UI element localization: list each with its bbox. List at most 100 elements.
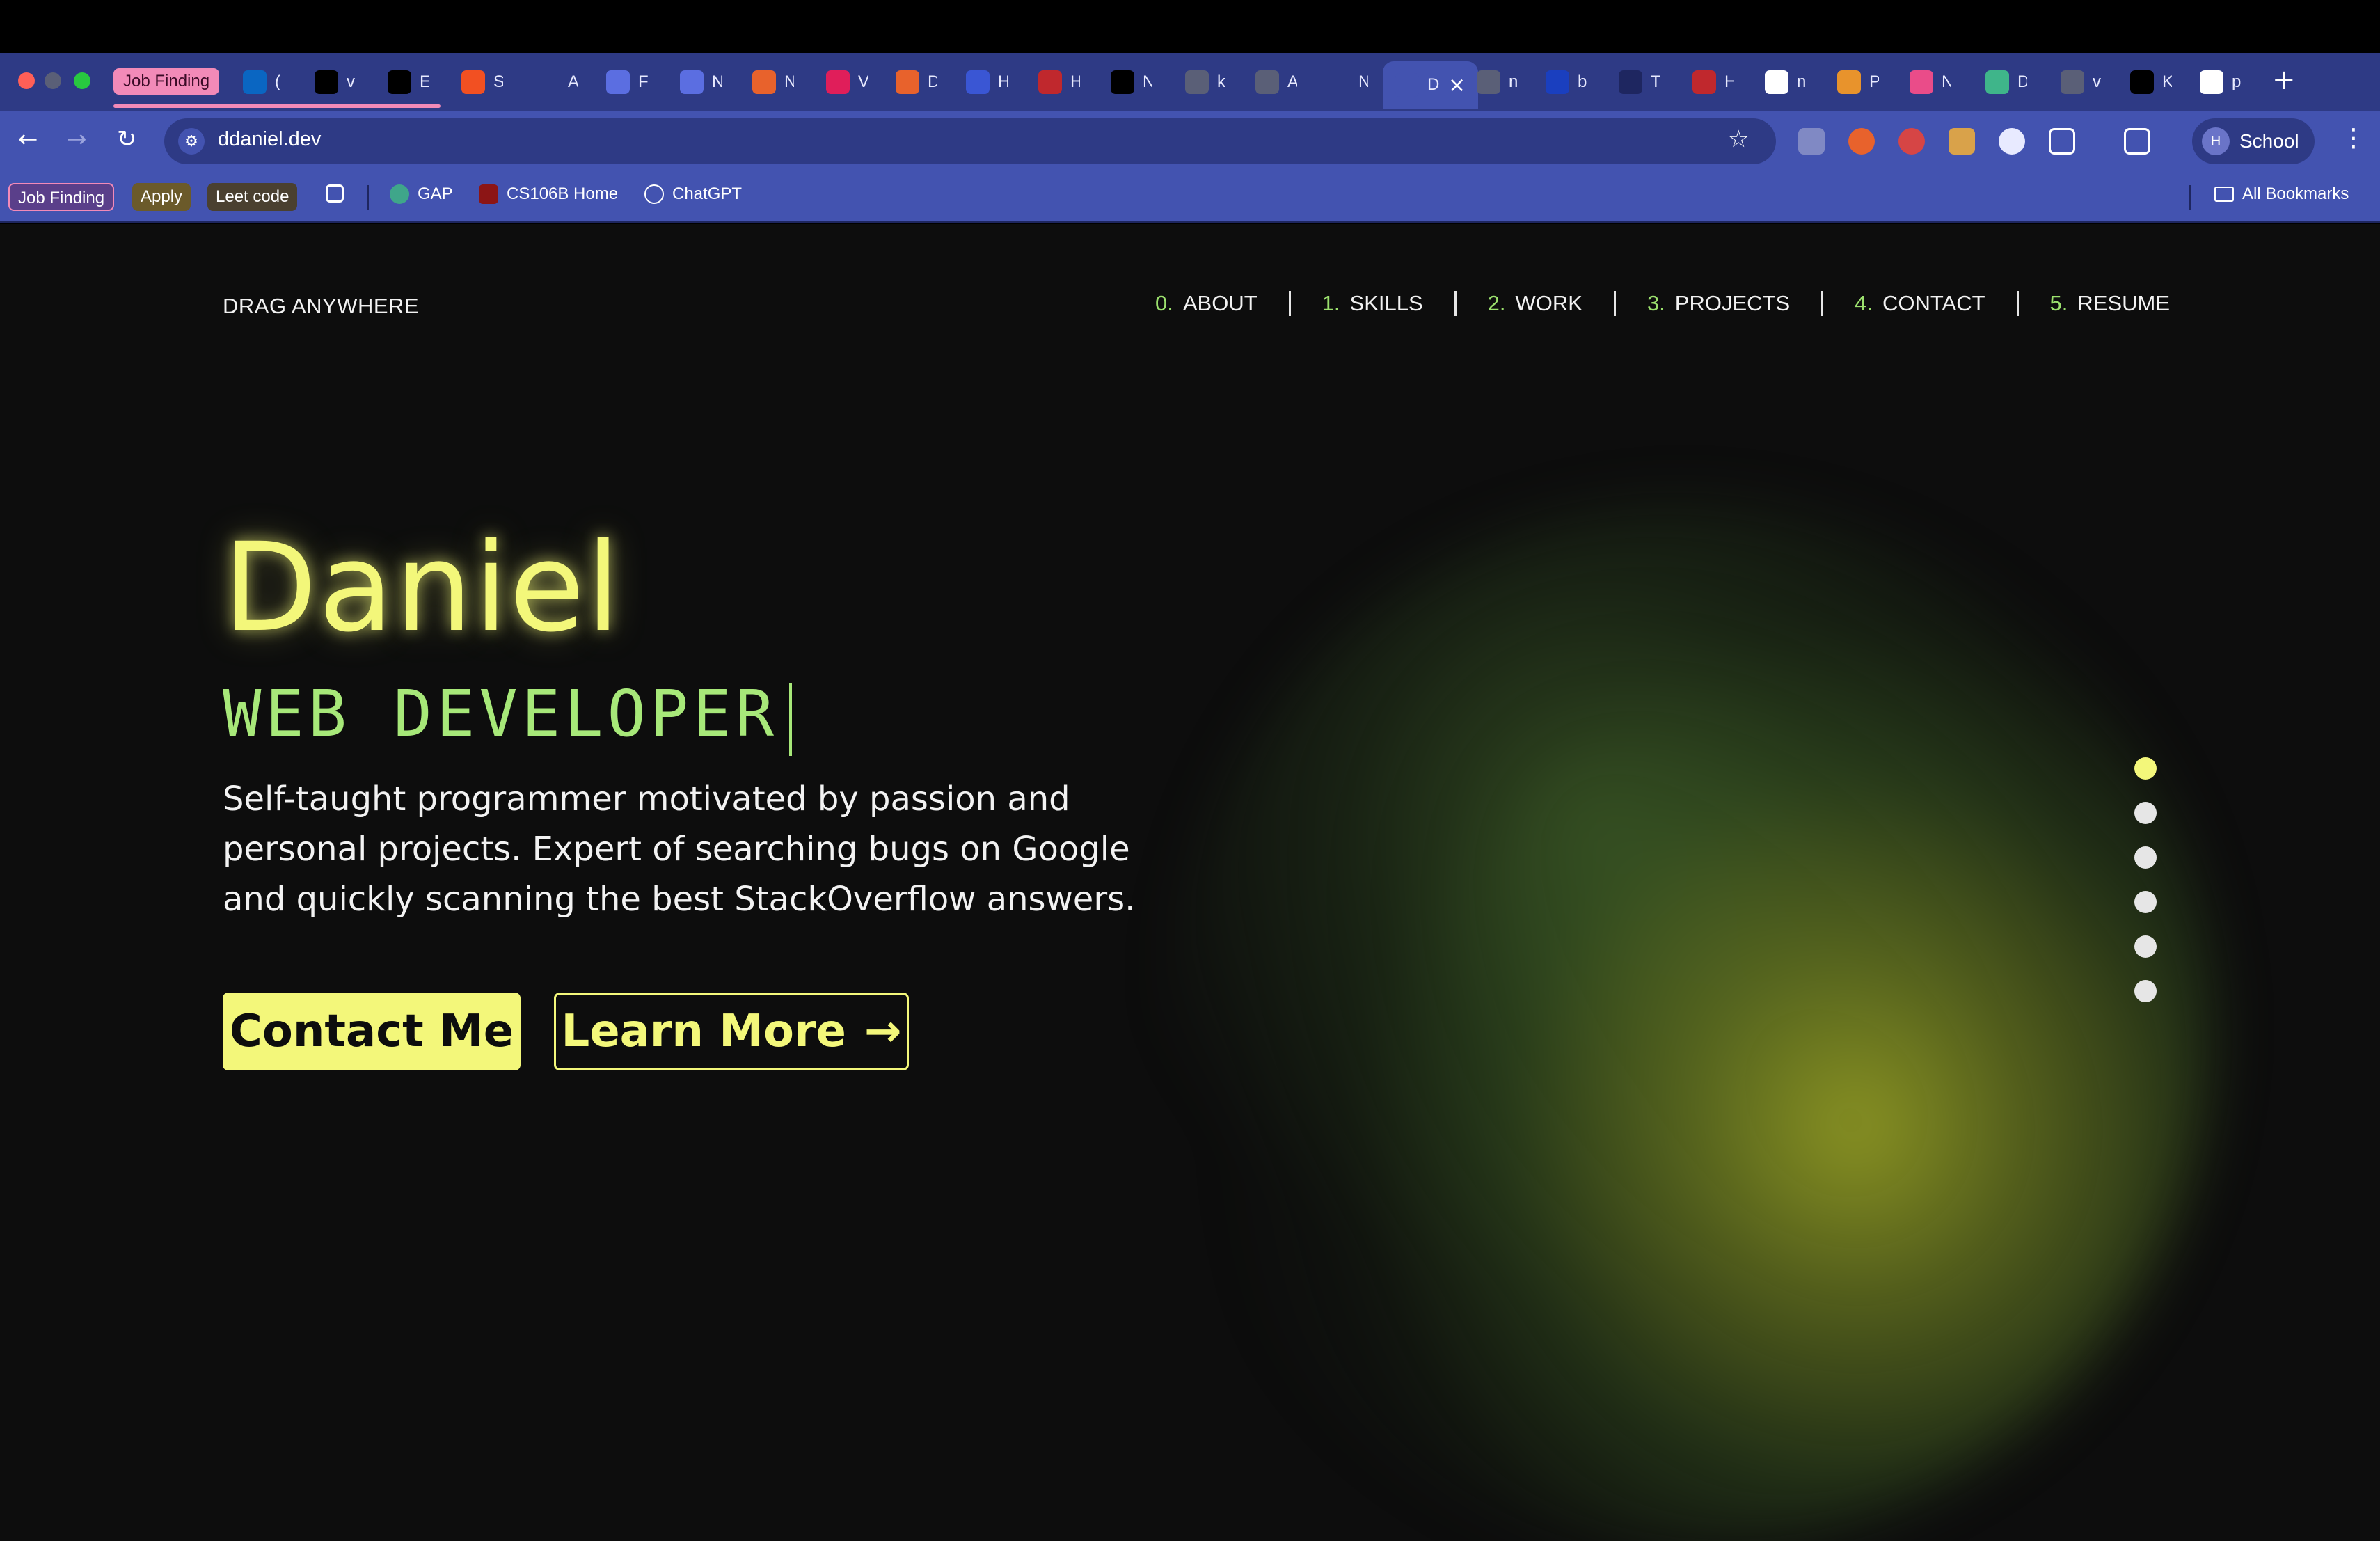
microsoft-icon	[461, 70, 485, 94]
url-text[interactable]: ddaniel.dev	[218, 128, 321, 151]
site-settings-icon[interactable]: ⚙	[178, 128, 205, 155]
forward-button[interactable]: →	[67, 125, 87, 153]
hero-description: Self-taught programmer motivated by pass…	[223, 780, 1136, 919]
tab-title: k	[1217, 72, 1225, 91]
all-bookmarks-label: All Bookmarks	[2242, 184, 2349, 203]
browser-tab[interactable]: V	[826, 67, 868, 97]
section-dot[interactable]	[2134, 757, 2157, 780]
browser-tab[interactable]: N	[1910, 67, 1951, 97]
linkedin-icon	[243, 70, 267, 94]
triangle-icon	[1111, 70, 1134, 94]
browser-tab[interactable]: H	[1692, 67, 1734, 97]
section-dot[interactable]	[2134, 802, 2157, 824]
tab-title: V	[858, 72, 868, 91]
browser-tab[interactable]: A	[536, 67, 578, 97]
section-dot[interactable]	[2134, 935, 2157, 958]
browser-tab[interactable]: N	[752, 67, 794, 97]
learn-more-label: Learn More	[561, 1006, 846, 1057]
nav-contact[interactable]: 4. CONTACT	[1821, 291, 2016, 316]
browser-tab[interactable]: P	[1837, 67, 1879, 97]
bookmark-chatgpt[interactable]: ChatGPT	[644, 184, 742, 204]
browser-tab[interactable]: A	[1255, 67, 1297, 97]
nav-work[interactable]: 2. WORK	[1454, 291, 1614, 316]
bookmark-star-icon[interactable]: ☆	[1728, 125, 1749, 153]
globe-icon	[1477, 70, 1500, 94]
back-button[interactable]: ←	[18, 125, 38, 153]
bookmark-cs106b[interactable]: CS106B Home	[479, 184, 618, 204]
bookmark-separator	[367, 185, 369, 210]
browser-tab[interactable]: N	[680, 67, 722, 97]
nav-about[interactable]: 0. ABOUT	[1139, 291, 1289, 316]
learn-more-button[interactable]: Learn More →	[554, 993, 909, 1070]
browser-tab[interactable]: p	[2200, 67, 2242, 97]
new-tab-button[interactable]: +	[2272, 64, 2296, 96]
apps-grid-icon[interactable]	[326, 184, 344, 203]
section-dot-nav	[2134, 757, 2157, 1002]
contact-me-button[interactable]: Contact Me	[223, 993, 521, 1070]
all-bookmarks-button[interactable]: All Bookmarks	[2214, 184, 2349, 204]
browser-tab[interactable]: D	[1985, 67, 2027, 97]
browser-tab[interactable]: S	[461, 67, 503, 97]
tab-title: v	[2093, 72, 2101, 91]
document-icon	[606, 70, 630, 94]
browser-tab[interactable]: D	[896, 67, 937, 97]
typing-caret	[789, 683, 792, 756]
bookmark-folder-leet-code[interactable]: Leet code	[207, 183, 298, 211]
tab-title: E	[420, 72, 429, 91]
bookmark-gap[interactable]: GAP	[390, 184, 453, 204]
reload-button[interactable]: ↻	[117, 125, 137, 153]
extension-icon[interactable]	[1848, 128, 1875, 155]
nav-projects[interactable]: 3. PROJECTS	[1613, 291, 1821, 316]
tab-group-label[interactable]: Job Finding	[113, 68, 220, 95]
browser-tab[interactable]: N	[1326, 67, 1368, 97]
browser-tab[interactable]: H	[966, 67, 1008, 97]
nav-skills[interactable]: 1. SKILLS	[1288, 291, 1454, 316]
browser-tab[interactable]: v	[2061, 67, 2102, 97]
browser-tab[interactable]: E	[388, 67, 429, 97]
nav-number: 4.	[1855, 291, 1873, 315]
browser-tab[interactable]: D ×	[1383, 61, 1479, 109]
tab-title: v	[347, 72, 355, 91]
a-icon	[1255, 70, 1279, 94]
bookmark-folder-apply[interactable]: Apply	[132, 183, 191, 211]
tab-title: A	[568, 72, 578, 91]
nav-label: SKILLS	[1349, 291, 1423, 315]
openai-icon	[644, 184, 664, 204]
browser-tab[interactable]: K	[2130, 67, 2172, 97]
address-bar[interactable]	[164, 118, 1776, 164]
close-tab-icon[interactable]: ×	[1448, 73, 1466, 97]
browser-tab[interactable]: H	[1038, 67, 1080, 97]
browser-tab[interactable]: k	[1185, 67, 1227, 97]
browser-tab[interactable]: b	[1546, 67, 1587, 97]
browser-tab[interactable]: v	[315, 67, 356, 97]
tab-title: K	[2162, 72, 2172, 91]
browser-tab[interactable]: n	[1765, 67, 1807, 97]
nav-resume[interactable]: 5. RESUME	[2016, 291, 2170, 316]
browser-tab[interactable]: (	[243, 67, 285, 97]
browser-tab[interactable]: T	[1619, 67, 1660, 97]
tab-search-icon[interactable]	[2124, 128, 2150, 155]
extension-icon[interactable]	[1999, 128, 2025, 155]
extension-icon[interactable]	[1798, 128, 1825, 155]
browser-tab[interactable]: N	[1111, 67, 1152, 97]
slack-icon	[826, 70, 850, 94]
globe-blue-icon	[966, 70, 990, 94]
section-dot[interactable]	[2134, 980, 2157, 1002]
menu-kebab-icon[interactable]: ⋮	[2341, 124, 2366, 152]
extensions-puzzle-icon[interactable]	[2049, 128, 2075, 155]
browser-tab[interactable]: F	[606, 67, 648, 97]
close-window-button[interactable]	[18, 72, 35, 89]
globe-icon	[1185, 70, 1209, 94]
minimize-window-button[interactable]	[45, 72, 61, 89]
maximize-window-button[interactable]	[74, 72, 90, 89]
document-icon	[680, 70, 704, 94]
gear-orange-icon	[1837, 70, 1861, 94]
extension-icon[interactable]	[1949, 128, 1975, 155]
profile-button[interactable]: H School	[2192, 118, 2315, 164]
browser-tab[interactable]: n	[1477, 67, 1518, 97]
extension-icon[interactable]	[1898, 128, 1925, 155]
section-dot[interactable]	[2134, 846, 2157, 869]
section-dot[interactable]	[2134, 891, 2157, 913]
nav-number: 1.	[1322, 291, 1340, 315]
bookmark-folder-job-finding[interactable]: Job Finding	[8, 183, 115, 211]
